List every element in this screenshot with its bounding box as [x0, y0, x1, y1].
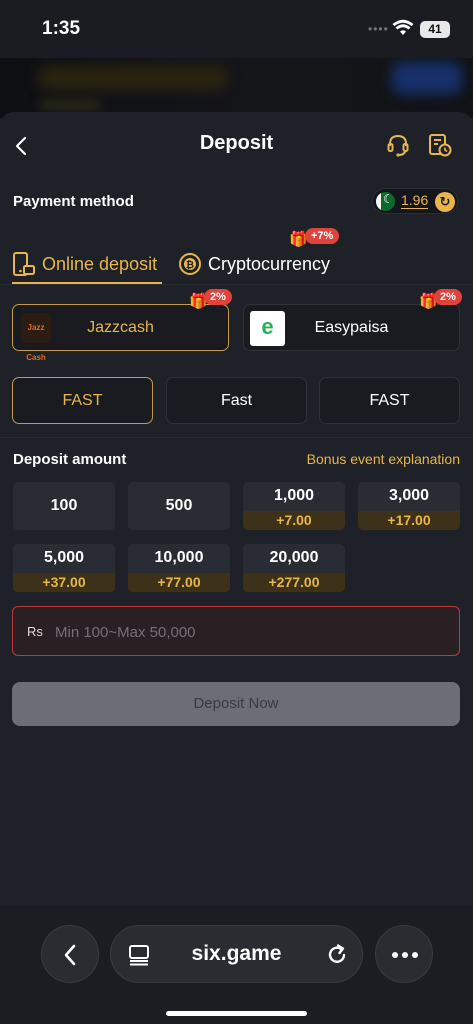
- method-name: Jazzcash: [87, 319, 154, 336]
- status-bar: 1:35 •••• 41: [0, 0, 473, 58]
- divider: [0, 437, 473, 438]
- amount-option[interactable]: 5,000 +37.00: [13, 544, 115, 592]
- amount-value: 1,000: [273, 487, 315, 504]
- refresh-icon[interactable]: ↻: [435, 192, 455, 212]
- wifi-icon: [392, 19, 414, 35]
- balance-value: 1.96: [401, 192, 429, 209]
- tab-label-online: Online deposit: [42, 254, 158, 274]
- browser-back-button[interactable]: [41, 925, 99, 983]
- battery-indicator: 41: [420, 21, 450, 38]
- easypaisa-bonus-badge: 2%: [434, 289, 462, 305]
- amount-value: 20,000: [269, 549, 319, 566]
- divider: [0, 284, 473, 285]
- status-time: 1:35: [42, 18, 81, 39]
- channel-option[interactable]: FAST: [319, 377, 460, 424]
- amount-option[interactable]: 1,000 +7.00: [243, 482, 345, 530]
- amount-bonus: +277.00: [243, 573, 345, 592]
- svg-text:₿: ₿: [186, 259, 194, 271]
- crypto-bonus-badge: +7%: [305, 228, 340, 244]
- reload-icon[interactable]: [324, 942, 350, 968]
- channel-option[interactable]: Fast: [166, 377, 307, 424]
- currency-prefix: Rs: [27, 624, 43, 639]
- home-indicator: [166, 1011, 307, 1016]
- amount-value: 5,000: [43, 549, 85, 566]
- deposit-amount-label: Deposit amount: [13, 451, 127, 468]
- amount-bonus: +17.00: [358, 511, 460, 530]
- amount-option[interactable]: 100: [13, 482, 115, 530]
- amount-option[interactable]: 10,000 +77.00: [128, 544, 230, 592]
- deposit-sheet: Deposit Payment method 1.96 ↻ Online dep…: [0, 112, 473, 912]
- pakistan-flag-icon: [376, 192, 395, 211]
- amount-option[interactable]: 500: [128, 482, 230, 530]
- jazzcash-bonus-badge: 2%: [204, 289, 232, 305]
- history-icon[interactable]: [427, 132, 453, 158]
- signal-icon: ••••: [368, 22, 389, 36]
- more-icon: [392, 952, 418, 958]
- browser-toolbar: six.game: [0, 905, 473, 1024]
- amount-value: 500: [165, 497, 193, 514]
- browser-menu-button[interactable]: [375, 925, 433, 983]
- phone-icon: [13, 252, 35, 276]
- tab-online-deposit[interactable]: Online deposit: [12, 248, 167, 284]
- amount-option[interactable]: 20,000 +277.00: [243, 544, 345, 592]
- method-name: Easypaisa: [314, 319, 389, 336]
- amount-input-field: Rs: [12, 606, 460, 656]
- payment-method-label: Payment method: [13, 193, 134, 210]
- blurred-background: [0, 58, 473, 118]
- headset-icon[interactable]: [385, 132, 411, 158]
- chevron-left-icon: [64, 944, 76, 966]
- deposit-now-button[interactable]: Deposit Now: [12, 682, 460, 726]
- bitcoin-icon: ₿: [179, 253, 201, 275]
- tab-label-crypto: Cryptocurrency: [208, 254, 331, 274]
- address-bar[interactable]: six.game: [110, 925, 363, 983]
- amount-bonus: +77.00: [128, 573, 230, 592]
- bonus-explanation-link[interactable]: Bonus event explanation: [307, 451, 460, 467]
- amount-input[interactable]: [55, 617, 445, 647]
- amount-value: 100: [50, 497, 78, 514]
- amount-value: 10,000: [154, 549, 204, 566]
- method-jazzcash[interactable]: Jazz Cash Jazzcash: [12, 304, 229, 362]
- method-easypaisa[interactable]: e Easypaisa: [243, 304, 460, 351]
- tab-cryptocurrency[interactable]: ₿ Cryptocurrency: [178, 248, 348, 284]
- balance-chip: 1.96 ↻: [372, 188, 458, 214]
- amount-option[interactable]: 3,000 +17.00: [358, 482, 460, 530]
- amount-bonus: +37.00: [13, 573, 115, 592]
- amount-bonus: +7.00: [243, 511, 345, 530]
- channel-option[interactable]: FAST: [12, 377, 153, 424]
- amount-value: 3,000: [388, 487, 430, 504]
